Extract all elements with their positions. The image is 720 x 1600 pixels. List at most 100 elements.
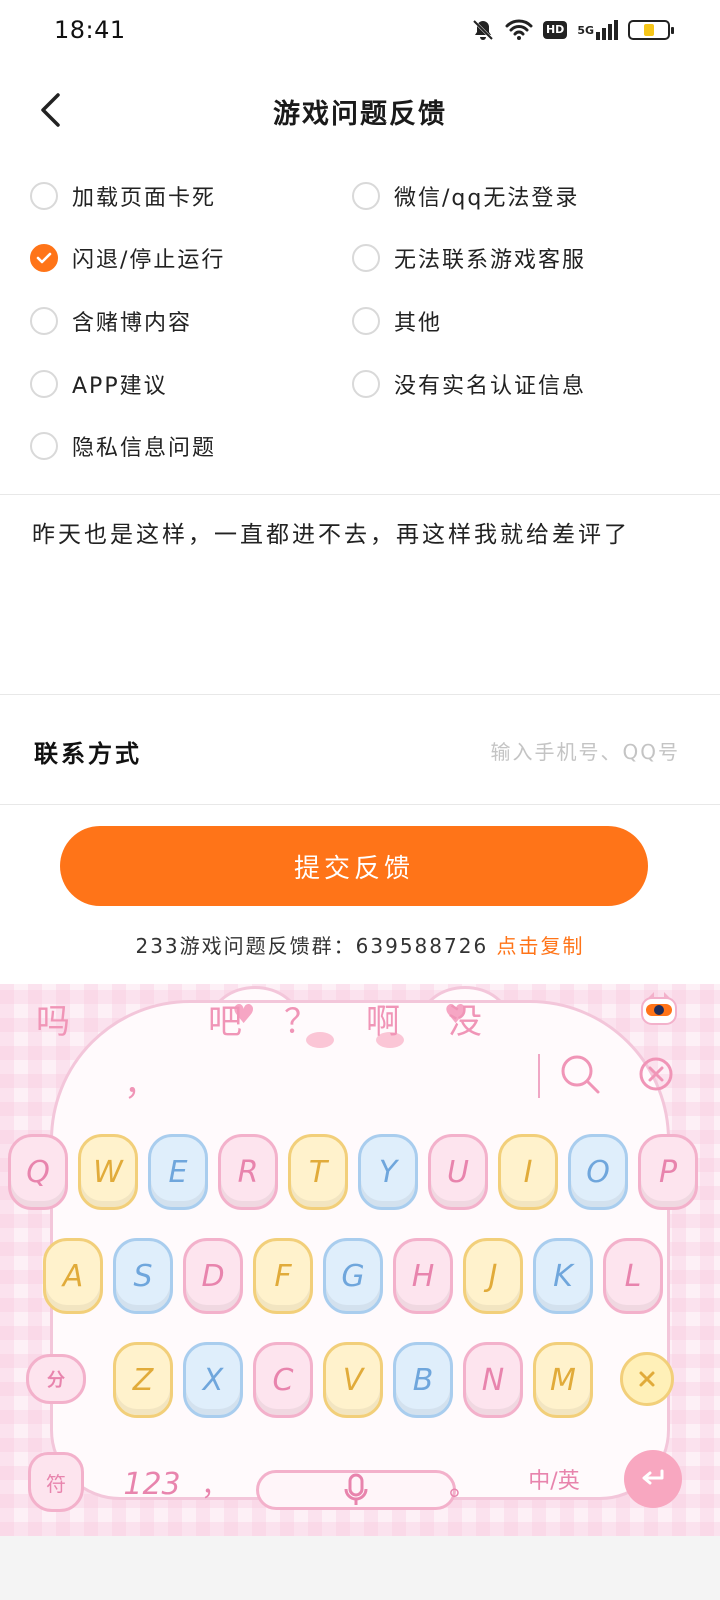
option-label: 含赌博内容 <box>72 311 193 336</box>
candidate-separator <box>538 1054 540 1098</box>
divider <box>0 804 720 805</box>
check-icon <box>36 252 52 264</box>
comma-key[interactable]: ， <box>200 1462 230 1506</box>
candidate-word[interactable]: 啊 <box>366 994 400 1043</box>
header: 游戏问题反馈 <box>0 72 720 148</box>
key-y[interactable]: Y <box>358 1134 418 1210</box>
space-key[interactable] <box>256 1470 456 1510</box>
close-icon[interactable] <box>638 1056 674 1092</box>
key-u[interactable]: U <box>428 1134 488 1210</box>
candidate-word[interactable]: 吗 <box>36 994 70 1043</box>
option-label: 没有实名认证信息 <box>394 374 587 399</box>
key-i[interactable]: I <box>498 1134 558 1210</box>
hd-badge: HD <box>542 21 568 39</box>
key-a[interactable]: A <box>43 1238 103 1314</box>
divider <box>0 494 720 495</box>
key-m[interactable]: M <box>533 1342 593 1418</box>
key-p[interactable]: P <box>638 1134 698 1210</box>
feedback-textarea[interactable]: 昨天也是这样，一直都进不去，再这样我就给差评了 <box>32 518 692 552</box>
key-b[interactable]: B <box>393 1342 453 1418</box>
battery-fill <box>643 24 655 36</box>
radio-button[interactable] <box>30 370 58 398</box>
option-label: 其他 <box>394 311 443 336</box>
key-q[interactable]: Q <box>8 1134 68 1210</box>
key-r[interactable]: R <box>218 1134 278 1210</box>
language-switch-key[interactable]: 中/英 <box>522 1454 586 1504</box>
status-icons: HD 5G <box>471 18 674 42</box>
copy-link[interactable]: 点击复制 <box>497 934 585 958</box>
mute-bell-icon <box>471 18 495 42</box>
key-x[interactable]: X <box>183 1342 243 1418</box>
group-text: 233游戏问题反馈群：639588726 <box>135 934 497 958</box>
candidate-word[interactable]: 吧 <box>208 994 242 1043</box>
key-d[interactable]: D <box>183 1238 243 1314</box>
key-g[interactable]: G <box>323 1238 383 1314</box>
key-c[interactable]: C <box>253 1342 313 1418</box>
radio-button[interactable] <box>352 307 380 335</box>
radio-button-checked[interactable] <box>30 244 58 272</box>
wifi-icon <box>505 19 533 41</box>
radio-button[interactable] <box>352 370 380 398</box>
radio-button[interactable] <box>352 182 380 210</box>
option-label: 无法联系游戏客服 <box>394 248 587 273</box>
key-f[interactable]: F <box>253 1238 313 1314</box>
key-v[interactable]: V <box>323 1342 383 1418</box>
option-item[interactable]: 微信/qq无法登录 <box>352 176 579 216</box>
contact-input[interactable] <box>350 732 680 772</box>
key-e[interactable]: E <box>148 1134 208 1210</box>
network-type: 5G <box>577 23 594 37</box>
cell-signal-icon: 5G <box>577 20 618 40</box>
submit-feedback-button[interactable]: 提交反馈 <box>60 826 648 906</box>
key-w[interactable]: W <box>78 1134 138 1210</box>
key-o[interactable]: O <box>568 1134 628 1210</box>
number-key[interactable]: 123 <box>123 1462 180 1506</box>
battery-icon <box>628 20 674 40</box>
option-label: APP建议 <box>72 374 168 399</box>
delete-icon <box>639 1371 655 1387</box>
option-item[interactable]: 隐私信息问题 <box>30 426 216 466</box>
page-title: 游戏问题反馈 <box>273 99 447 130</box>
radio-button[interactable] <box>30 432 58 460</box>
option-label: 闪退/停止运行 <box>72 248 226 273</box>
key-t[interactable]: T <box>288 1134 348 1210</box>
key-l[interactable]: L <box>603 1238 663 1314</box>
search-icon[interactable] <box>558 1052 602 1096</box>
keyboard: ♥ ♥ 吗 ， 吧 ？ 啊 没 QWERTYUIOP ASDFGHJKL ZXC… <box>0 984 720 1536</box>
key-j[interactable]: J <box>463 1238 523 1314</box>
option-label: 加载页面卡死 <box>72 186 217 211</box>
radio-button[interactable] <box>352 244 380 272</box>
key-h[interactable]: H <box>393 1238 453 1314</box>
option-item[interactable]: 其他 <box>352 301 442 341</box>
shift-key[interactable]: 分 <box>26 1354 86 1404</box>
contact-label: 联系方式 <box>34 740 142 768</box>
radio-button[interactable] <box>30 182 58 210</box>
candidate-word[interactable]: 没 <box>448 994 482 1043</box>
period-key[interactable]: 。 <box>448 1462 478 1506</box>
option-label: 微信/qq无法登录 <box>394 186 580 211</box>
option-item[interactable]: 无法联系游戏客服 <box>352 238 586 278</box>
option-item[interactable]: 没有实名认证信息 <box>352 364 586 404</box>
delete-key[interactable] <box>620 1352 674 1406</box>
status-bar: 18:41 HD 5G <box>0 0 720 64</box>
option-item[interactable]: 含赌博内容 <box>30 301 192 341</box>
key-z[interactable]: Z <box>113 1342 173 1418</box>
radio-button[interactable] <box>30 307 58 335</box>
option-item[interactable]: 加载页面卡死 <box>30 176 216 216</box>
key-k[interactable]: K <box>533 1238 593 1314</box>
option-item[interactable]: APP建议 <box>30 364 168 404</box>
key-n[interactable]: N <box>463 1342 523 1418</box>
divider <box>0 694 720 695</box>
candidate-word[interactable]: ？ <box>284 994 318 1043</box>
symbol-key[interactable]: 符 <box>28 1452 84 1512</box>
status-time: 18:41 <box>54 16 126 44</box>
system-nav-area <box>0 1536 720 1600</box>
option-label: 隐私信息问题 <box>72 436 217 461</box>
enter-key[interactable] <box>624 1450 682 1508</box>
enter-icon <box>642 1469 664 1485</box>
microphone-icon <box>344 1473 368 1505</box>
key-s[interactable]: S <box>113 1238 173 1314</box>
option-item[interactable]: 闪退/停止运行 <box>30 238 225 278</box>
feedback-group-info: 233游戏问题反馈群：639588726 点击复制 <box>0 930 720 959</box>
candidate-word[interactable]: ， <box>124 1056 158 1105</box>
robot-icon[interactable] <box>640 990 678 1028</box>
